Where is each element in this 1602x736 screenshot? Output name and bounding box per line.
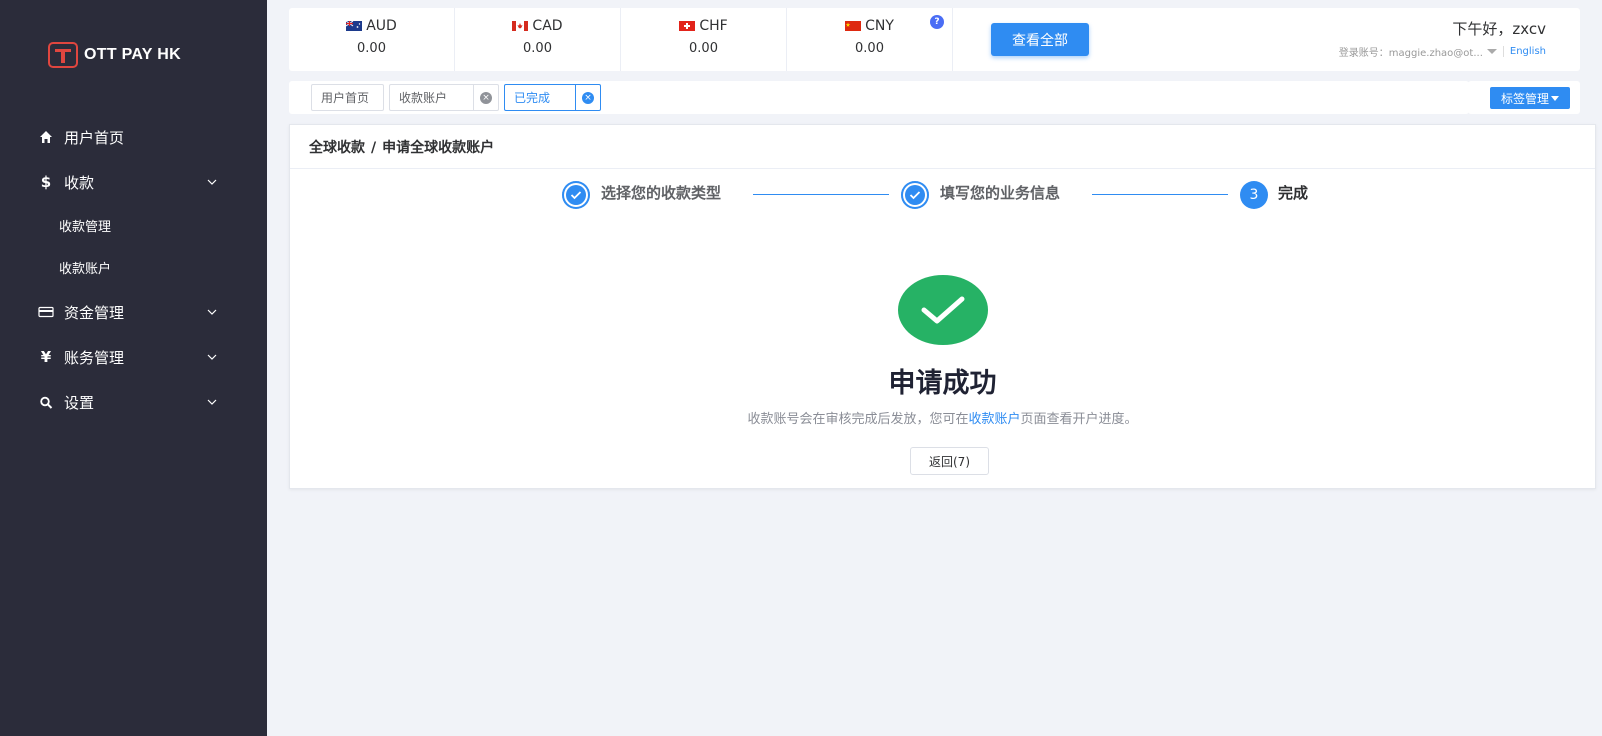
tag-manager-area: 标签管理 [1468,81,1580,114]
divider [1502,46,1504,57]
step-connector [1092,194,1228,195]
sidebar-item-funds[interactable]: 资金管理 [0,294,267,330]
tab-bar: 用户首页 收款账户 × 已完成 × [289,81,1469,114]
tab-close-button[interactable]: × [575,85,600,110]
account-info: 登录账号：maggie.zhao@ot... English [1339,44,1546,59]
currency-value: 0.00 [855,41,884,56]
currency-value: 0.00 [357,41,386,56]
step-3-label: 完成 [1278,184,1309,202]
logo[interactable]: OTT PAY HK [48,42,181,68]
tab-label: 用户首页 [321,91,370,105]
home-icon [40,131,52,143]
china-flag-icon [845,21,862,31]
sidebar: OTT PAY HK 用户首页 $ 收款 收款管理 收款账户 资金管理 ¥ 账务… [0,0,267,736]
sidebar-subitem-label: 收款账户 [59,261,112,277]
step-2-label: 填写您的业务信息 [940,184,1061,202]
account-dropdown-icon[interactable] [1486,49,1497,54]
view-all-button[interactable]: 查看全部 [991,23,1089,56]
step-1-check-icon [562,181,590,209]
sidebar-item-accounting[interactable]: ¥ 账务管理 [0,339,267,375]
breadcrumb: 全球收款 / 申请全球收款账户 [309,137,494,157]
receive-accounts-link[interactable]: 收款账户 [968,412,1020,427]
description-text: 页面查看开户进度。 [1020,412,1138,427]
sidebar-item-settings[interactable]: 设置 [0,384,267,420]
chevron-down-icon [207,354,217,360]
sidebar-item-home[interactable]: 用户首页 [0,119,267,155]
main-card: 全球收款 / 申请全球收款账户 选择您的收款类型 填写您的业务信息 3 完成 申请成… [289,124,1596,489]
currency-code: CNY [865,18,894,34]
balance-aud[interactable]: AUD 0.00 [289,8,455,71]
currency-value: 0.00 [523,41,552,56]
tab-label: 收款账户 [399,91,448,105]
back-button[interactable]: 返回(7) [910,447,989,475]
balance-cad[interactable]: CAD 0.00 [455,8,621,71]
currency-code: AUD [366,18,397,34]
sidebar-item-label: 收款 [64,173,95,192]
balance-chf[interactable]: CHF 0.00 [621,8,787,71]
success-check-icon [898,275,988,345]
card-icon [38,306,54,318]
balance-bar: AUD 0.00 CAD 0.00 CHF 0.00 CNY 0.00 ? 查看… [289,8,1580,71]
breadcrumb-item-current: 申请全球收款账户 [382,140,495,156]
chevron-down-icon [207,399,217,405]
divider [290,168,1595,169]
account-label: 登录账号：maggie.zhao@ot... [1338,48,1483,59]
step-1-label: 选择您的收款类型 [601,184,722,202]
sidebar-subitem-label: 收款管理 [59,219,112,235]
help-icon[interactable]: ? [930,15,944,29]
description-text: 收款账号会在审核完成后发放，您可在 [747,412,969,427]
caret-down-icon [1551,95,1559,101]
success-description: 收款账号会在审核完成后发放，您可在收款账户页面查看开户进度。 [290,408,1595,427]
chevron-down-icon [207,309,217,315]
logo-text: OTT PAY HK [84,46,181,63]
currency-code: CHF [699,18,728,34]
chevron-down-icon [207,179,217,185]
greeting: 下午好，zxcv [1452,20,1546,38]
balance-cny[interactable]: CNY 0.00 [787,8,953,71]
tag-manager-button[interactable]: 标签管理 [1490,87,1570,109]
close-icon: × [582,91,594,104]
sidebar-item-receive[interactable]: $ 收款 [0,164,267,200]
sidebar-item-label: 资金管理 [64,303,125,322]
ott-logo-icon [48,42,78,68]
search-icon [40,396,53,409]
dollar-icon: $ [40,173,52,191]
yen-icon: ¥ [40,348,52,366]
sidebar-item-label: 用户首页 [64,128,125,147]
sidebar-subitem-receive-accounts[interactable]: 收款账户 [0,252,267,282]
tab-user-home[interactable]: 用户首页 [311,84,384,111]
step-connector [753,194,889,195]
switzerland-flag-icon [679,21,696,31]
step-2-check-icon [901,181,929,209]
australia-flag-icon [346,21,363,31]
sidebar-item-label: 设置 [64,393,95,412]
canada-flag-icon [512,21,529,31]
success-title: 申请成功 [888,368,997,399]
currency-code: CAD [532,18,563,34]
close-icon: × [480,91,492,104]
tag-manager-label: 标签管理 [1500,91,1549,106]
currency-value: 0.00 [689,41,718,56]
tab-completed[interactable]: 已完成 × [504,84,601,111]
language-switch[interactable]: English [1510,46,1546,57]
tab-receive-accounts[interactable]: 收款账户 × [389,84,499,111]
sidebar-item-label: 账务管理 [64,348,125,367]
tab-label: 已完成 [514,91,551,105]
breadcrumb-item[interactable]: 全球收款 [309,140,365,156]
breadcrumb-separator: / [371,140,377,156]
step-3-number: 3 [1240,181,1268,209]
sidebar-subitem-receive-management[interactable]: 收款管理 [0,210,267,240]
tab-close-button[interactable]: × [473,85,498,110]
